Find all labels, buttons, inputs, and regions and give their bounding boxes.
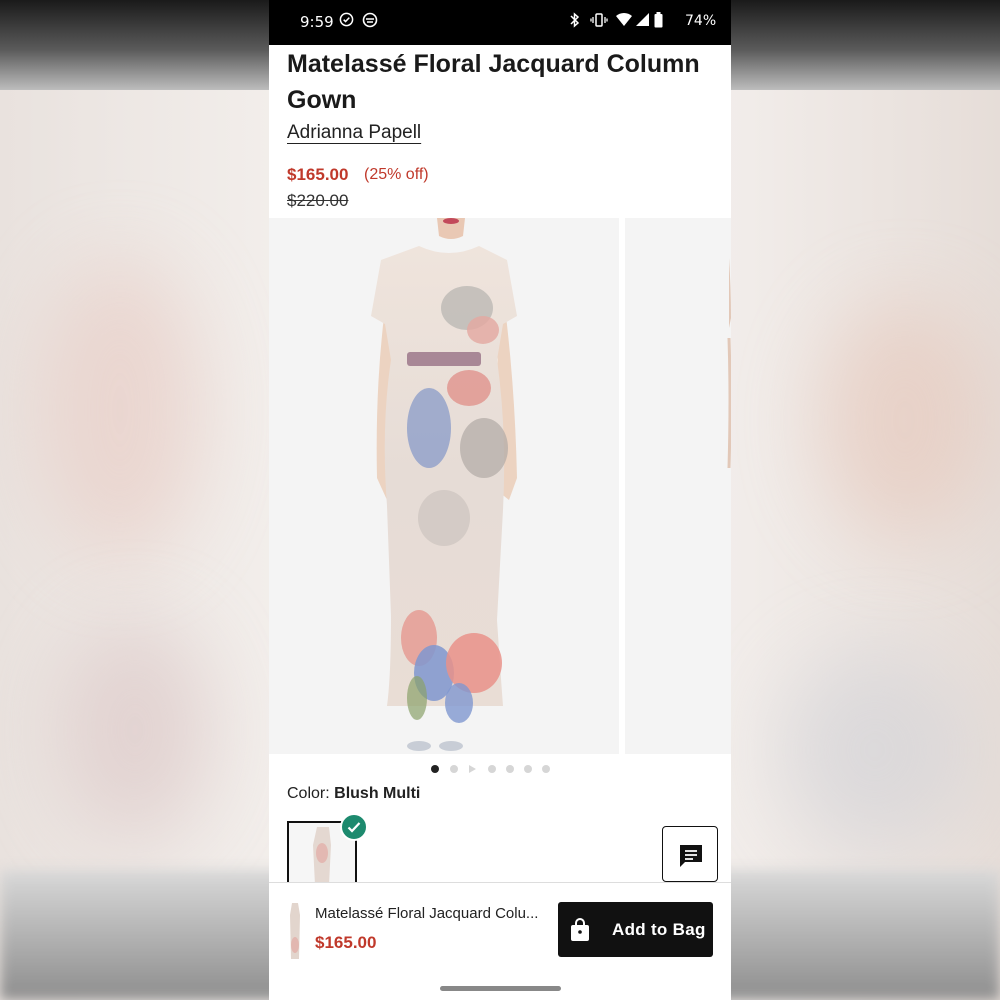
- app-status-icon: [362, 12, 378, 32]
- product-image-carousel[interactable]: [269, 218, 731, 754]
- system-nav-bar: [269, 974, 731, 1000]
- original-price: $220.00: [287, 191, 349, 210]
- product-image-main[interactable]: [269, 218, 619, 754]
- sale-price: $165.00: [287, 165, 349, 184]
- carousel-dot-5[interactable]: [506, 765, 514, 773]
- carousel-dot-7[interactable]: [542, 765, 550, 773]
- carousel-dot-2[interactable]: [450, 765, 458, 773]
- phone-screen: 9:59 74% Matelassé Floral Jacquard Colum…: [269, 0, 731, 1000]
- product-title: Matelassé Floral Jacquard Column Gown: [287, 50, 700, 114]
- bluetooth-icon: [569, 12, 581, 32]
- wifi-icon: [615, 12, 633, 31]
- product-thumbnail: [285, 901, 305, 959]
- carousel-dot-6[interactable]: [524, 765, 532, 773]
- status-bar: 9:59 74%: [269, 0, 731, 45]
- status-time: 9:59: [300, 13, 334, 31]
- sticky-add-to-bag-bar: Matelassé Floral Jacquard Colu... $165.0…: [269, 882, 731, 975]
- discount-label: (25% off): [364, 166, 429, 183]
- carousel-dot-1[interactable]: [431, 765, 439, 773]
- home-gesture-handle[interactable]: [440, 986, 561, 991]
- battery-icon: [654, 12, 663, 32]
- product-image-next[interactable]: [625, 218, 731, 754]
- bottom-price: $165.00: [315, 933, 377, 952]
- bottom-product-name: Matelassé Floral Jacquard Colu...: [315, 905, 539, 922]
- check-circle-status-icon: [339, 12, 354, 31]
- cell-signal-icon: [635, 12, 650, 31]
- color-value: Blush Multi: [334, 785, 421, 802]
- color-label: Color:: [287, 785, 330, 802]
- add-to-bag-label: Add to Bag: [612, 920, 706, 939]
- selected-check-icon: [340, 813, 368, 841]
- video-play-icon[interactable]: [469, 765, 476, 773]
- shopping-bag-icon: [570, 918, 590, 945]
- battery-percent: 74%: [685, 13, 717, 29]
- carousel-dot-4[interactable]: [488, 765, 496, 773]
- chat-button[interactable]: [662, 826, 718, 882]
- vibrate-icon: [590, 12, 608, 32]
- add-to-bag-button[interactable]: Add to Bag: [558, 902, 713, 957]
- brand-link[interactable]: Adrianna Papell: [287, 122, 421, 144]
- color-selection-label: Color: Blush Multi: [287, 785, 420, 803]
- chat-icon: [677, 842, 705, 873]
